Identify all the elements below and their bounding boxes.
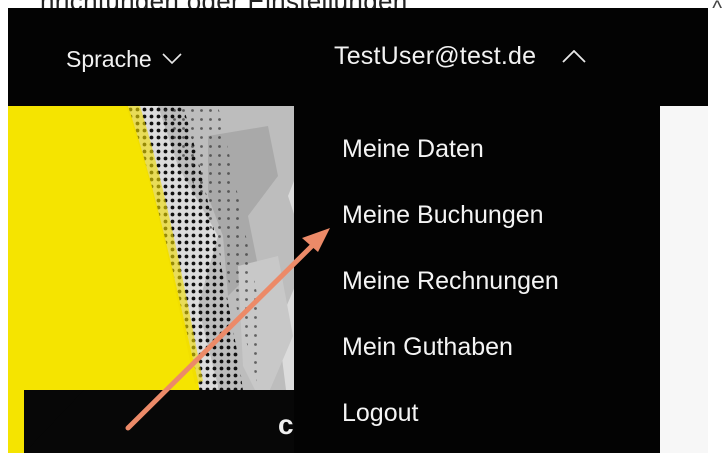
chevron-up-icon [562, 49, 586, 63]
menu-item-mein-guthaben[interactable]: Mein Guthaben [294, 322, 660, 388]
page-background-strip [660, 106, 708, 453]
screenshot-stage: hrichtungen oder Einstellungen ^ Sprache… [0, 0, 728, 453]
menu-item-meine-rechnungen[interactable]: Meine Rechnungen [294, 256, 660, 322]
menu-item-meine-daten[interactable]: Meine Daten [294, 124, 660, 190]
user-email-label: TestUser@test.de [334, 41, 537, 70]
chevron-down-icon [162, 53, 182, 65]
menu-item-meine-buchungen[interactable]: Meine Buchungen [294, 190, 660, 256]
language-selector[interactable]: Sprache [66, 42, 182, 76]
user-menu-toggle[interactable]: TestUser@test.de [334, 38, 586, 74]
user-dropdown-menu: Meine Daten Meine Buchungen Meine Rechnu… [294, 106, 660, 453]
language-label: Sprache [66, 45, 152, 72]
bottom-dark-tab [24, 390, 304, 453]
page-edge [708, 8, 728, 453]
menu-item-logout[interactable]: Logout [294, 388, 660, 453]
header-bar: Sprache TestUser@test.de [8, 8, 708, 106]
bottom-cut-glyph: c [278, 409, 294, 440]
